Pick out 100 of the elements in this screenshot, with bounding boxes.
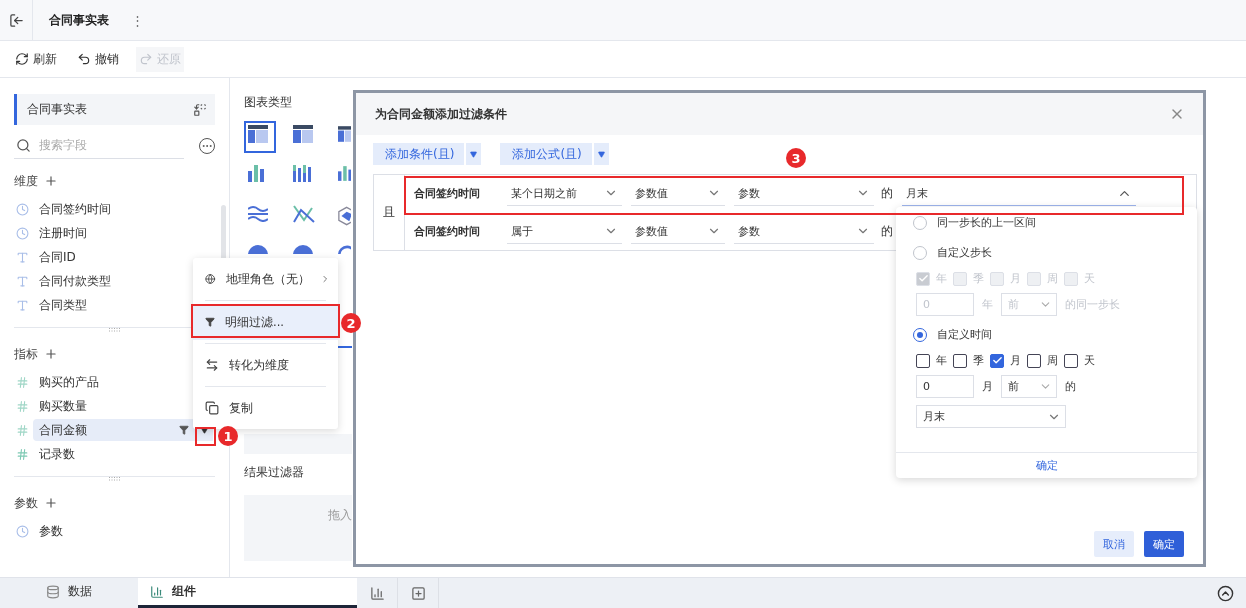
radar-chart-icon <box>338 205 351 227</box>
panel-title: 图表类型 <box>244 94 293 111</box>
chart-type-button[interactable] <box>244 121 276 153</box>
bar-chart-icon <box>338 165 351 182</box>
date-value-select[interactable]: 月末 <box>902 181 1136 206</box>
square-plus-icon <box>410 585 426 601</box>
bar-chart-icon <box>150 584 164 599</box>
redo-icon <box>139 52 153 66</box>
field-well[interactable] <box>244 433 352 455</box>
option-label[interactable]: 同一步长的上一区间 <box>937 215 1036 230</box>
suffix-label: 的 <box>1065 379 1076 394</box>
line-chart-icon <box>293 205 315 223</box>
menu-item[interactable]: 地理角色（无） <box>193 261 338 297</box>
refresh-button[interactable]: 刷新 <box>12 46 60 72</box>
clock-icon <box>16 202 29 216</box>
direction-select[interactable]: 前 <box>1001 375 1057 398</box>
offset-input[interactable]: 0 <box>916 375 974 398</box>
field-item[interactable]: 合同金额 <box>33 419 213 441</box>
dialog-title: 为合同金额添加过滤条件 <box>375 105 507 123</box>
connector-text: 的 <box>881 185 893 202</box>
caret-icon <box>470 150 478 158</box>
globe-icon <box>205 272 216 286</box>
pie-chart-icon <box>248 245 268 254</box>
value-type-select[interactable]: 参数值 <box>631 181 725 206</box>
section-title: 结果过滤器 <box>244 464 304 482</box>
cancel-button[interactable]: 取消 <box>1094 531 1134 557</box>
parameter-select[interactable]: 参数 <box>734 219 874 244</box>
operator-select[interactable]: 属于 <box>507 219 622 244</box>
field-name: 合同签约时间 <box>414 186 481 201</box>
drag-handle-icon[interactable] <box>108 328 121 332</box>
highlight-frame <box>195 427 216 446</box>
connector-text: 的 <box>881 223 893 240</box>
add-condition-button[interactable]: 添加条件(且) <box>373 143 482 165</box>
dataset-header[interactable]: 合同事实表 <box>14 94 215 125</box>
bottom-tab[interactable]: 组件 <box>138 578 357 608</box>
section-title: 指标 <box>14 345 38 363</box>
exit-arrow-icon <box>8 12 24 28</box>
field-item[interactable]: 合同签约时间 <box>39 198 213 220</box>
hash-icon <box>16 375 29 389</box>
table-icon <box>248 125 268 143</box>
checkbox-label: 周 <box>1047 271 1058 286</box>
search-icon <box>16 138 31 153</box>
period-select[interactable]: 月末 <box>916 405 1066 428</box>
field-item[interactable]: 记录数 <box>39 443 213 465</box>
clock-icon <box>16 524 29 538</box>
switch-dataset-icon[interactable] <box>193 102 207 117</box>
operator-select[interactable]: 某个日期之前 <box>507 181 622 206</box>
clock-icon <box>16 226 29 240</box>
pie-chart-icon <box>293 245 313 254</box>
add-icon[interactable] <box>44 347 58 361</box>
checkbox-label: 月 <box>1010 353 1021 368</box>
dataset-name: 合同事实表 <box>27 101 87 118</box>
text-type-icon <box>16 250 29 264</box>
wave-chart-icon <box>248 205 268 222</box>
text-type-icon <box>16 298 29 312</box>
checkbox[interactable] <box>1064 353 1078 368</box>
caret-icon <box>597 150 605 158</box>
swap-arrows-icon <box>205 358 219 372</box>
ok-button[interactable]: 确定 <box>1144 531 1184 557</box>
add-icon[interactable] <box>44 496 58 510</box>
checkbox-label: 季 <box>973 271 984 286</box>
drag-handle-icon[interactable] <box>108 477 121 481</box>
stacked-bar-chart-icon <box>293 165 311 182</box>
undo-icon <box>77 52 91 66</box>
table-icon <box>338 125 351 143</box>
checkbox-label: 天 <box>1084 353 1095 368</box>
section-title: 参数 <box>14 494 38 512</box>
bottom-tab[interactable]: 数据 <box>0 578 138 608</box>
option-label[interactable]: 自定义步长 <box>937 245 992 260</box>
group-label: 且 <box>383 204 395 221</box>
option-label[interactable]: 自定义时间 <box>937 327 992 342</box>
value-type-select[interactable]: 参数值 <box>631 219 725 244</box>
parameter-select[interactable]: 参数 <box>734 181 874 206</box>
checkbox[interactable] <box>990 353 1004 368</box>
field-name: 合同签约时间 <box>414 224 481 239</box>
bar-chart-icon <box>248 165 264 182</box>
table-icon <box>293 125 313 143</box>
more-button[interactable]: ⋮ <box>125 12 150 28</box>
checkbox-label: 周 <box>1047 353 1058 368</box>
refresh-icon <box>15 52 29 66</box>
confirm-link[interactable]: 确定 <box>1029 456 1064 474</box>
undo-button[interactable]: 撤销 <box>74 46 122 72</box>
checkbox[interactable] <box>953 353 967 368</box>
checkbox-label: 年 <box>936 353 947 368</box>
field-item[interactable]: 参数 <box>39 520 213 542</box>
checkbox-label: 季 <box>973 353 984 368</box>
tab-title[interactable]: 合同事实表 <box>33 11 125 29</box>
checkbox[interactable] <box>1027 353 1041 368</box>
checkbox[interactable] <box>916 353 930 368</box>
menu-item[interactable]: 复制 <box>193 390 338 426</box>
checkbox-label: 天 <box>1084 271 1095 286</box>
menu-item[interactable]: 转化为维度 <box>193 347 338 383</box>
database-icon <box>46 584 60 599</box>
hash-icon <box>16 423 29 437</box>
circle-chevron-up-icon <box>1217 584 1234 602</box>
field-item[interactable]: 注册时间 <box>39 222 213 244</box>
add-condition-button[interactable]: 添加公式(且) <box>500 143 609 165</box>
step-number: 2 <box>341 313 361 333</box>
copy-icon <box>205 401 219 415</box>
add-icon[interactable] <box>44 174 58 188</box>
